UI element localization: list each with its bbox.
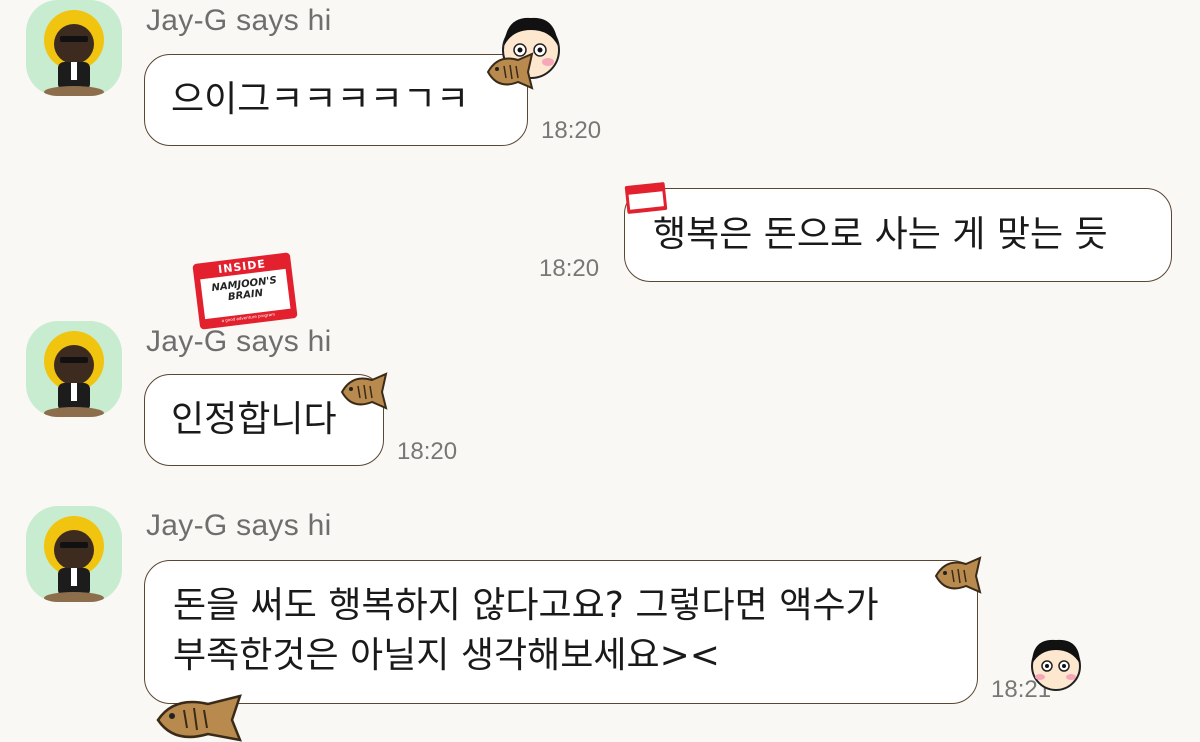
message-text: 으이그ㅋㅋㅋㅋㄱㅋ bbox=[171, 79, 470, 120]
message-text: 행복은 돈으로 사는 게 맞는 듯 bbox=[653, 214, 1108, 255]
avatar-character-icon bbox=[44, 331, 104, 417]
fish-bread-icon bbox=[340, 372, 388, 410]
avatar-character-icon bbox=[44, 10, 104, 96]
inside-brain-sticker-icon: INSIDE NAMJOON'S BRAIN a good adventure … bbox=[192, 252, 298, 330]
message-bubble[interactable]: 행복은 돈으로 사는 게 맞는 듯 bbox=[624, 188, 1172, 282]
message-time: 18:20 bbox=[539, 255, 600, 282]
message-text-line: 돈을 써도 행복하지 않다고요? 그렇다면 액수가 bbox=[173, 585, 879, 626]
avatar[interactable] bbox=[26, 321, 122, 417]
message-bubble[interactable]: 으이그ㅋㅋㅋㅋㄱㅋ bbox=[144, 54, 528, 146]
message-time: 18:20 bbox=[397, 438, 458, 465]
avatar[interactable] bbox=[26, 506, 122, 602]
sender-name: Jay-G says hi bbox=[146, 325, 332, 358]
fish-bread-icon bbox=[156, 694, 243, 742]
cartoon-face-icon bbox=[1031, 639, 1081, 691]
avatar-character-icon bbox=[44, 516, 104, 602]
fish-bread-icon bbox=[934, 556, 982, 594]
message-bubble[interactable]: 돈을 써도 행복하지 않다고요? 그렇다면 액수가 부족한것은 아닐지 생각해보… bbox=[144, 560, 978, 704]
sender-name: Jay-G says hi bbox=[146, 4, 332, 37]
message-time: 18:20 bbox=[541, 117, 602, 144]
fish-bread-icon bbox=[486, 52, 534, 90]
message-text: 인정합니다 bbox=[171, 399, 337, 440]
sender-name: Jay-G says hi bbox=[146, 509, 332, 542]
inside-brain-sticker-icon bbox=[624, 181, 668, 215]
message-text-line: 부족한것은 아닐지 생각해보세요>< bbox=[173, 635, 720, 676]
avatar[interactable] bbox=[26, 0, 122, 96]
